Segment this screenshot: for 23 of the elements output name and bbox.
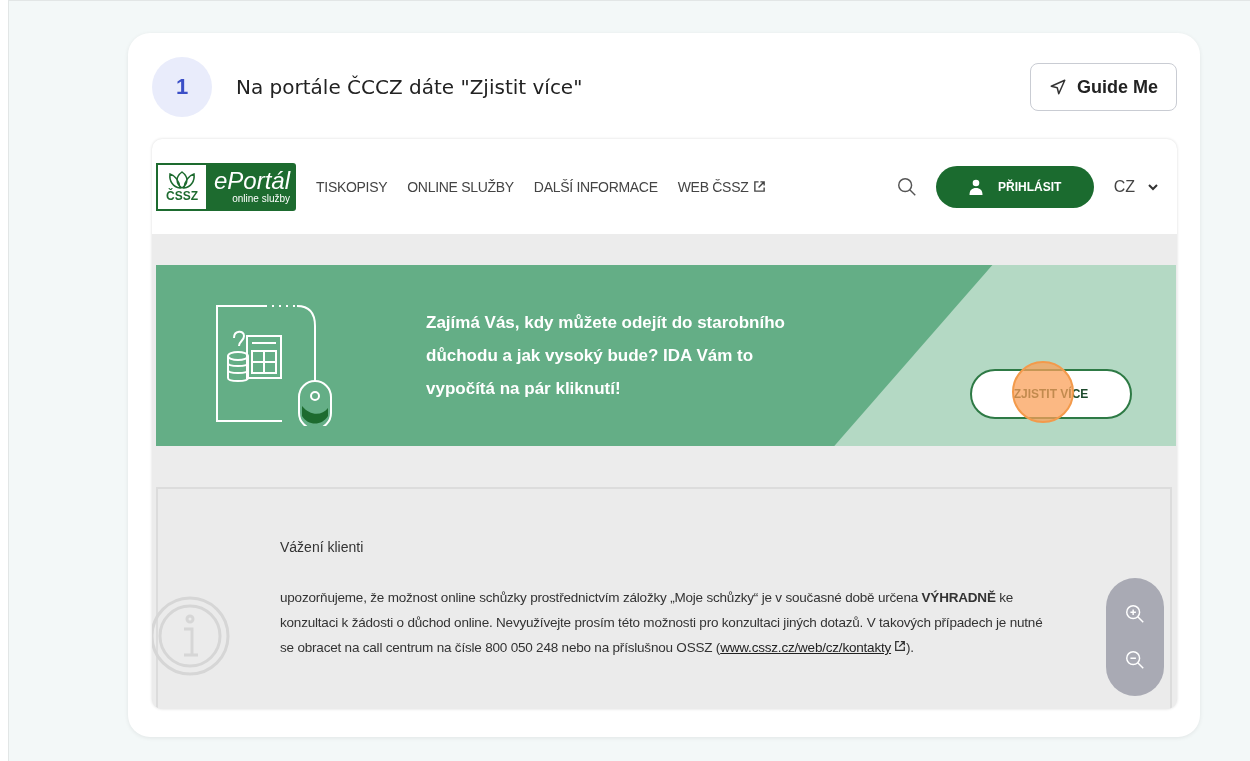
logo-agency-text: ČSSZ xyxy=(166,188,198,203)
nav-link[interactable]: DALŠÍ INFORMACE xyxy=(533,178,658,195)
search-icon[interactable] xyxy=(895,175,918,198)
nav-link[interactable]: TISKOPISY xyxy=(316,178,388,195)
chevron-down-icon xyxy=(1147,182,1159,191)
notice-greeting: Vážení klienti xyxy=(280,539,365,555)
contacts-link[interactable]: www.cssz.cz/web/cz/kontakty xyxy=(720,640,907,655)
guide-me-button[interactable]: Guide Me xyxy=(1030,63,1177,111)
nav-link[interactable]: ONLINE SLUŽBY xyxy=(407,178,514,195)
person-icon xyxy=(968,178,984,195)
navigation-arrow-icon xyxy=(1049,78,1067,96)
notice-paragraph: upozorňujeme, že možnost online schůzky prostřednictvím záložky „Moje schůzky“ je v současné době určena VÝHRADNĚ ke konzultaci k žádosti o důchod online. Nevyužívejte prosím této možnosti pro konzultaci jiných dotazů. V takových případech je nutné se obracet na call centrum na čísle 800 050 248 nebo na příslušnou OSSZ (www.cssz.cz/web/cz/kontakty ). xyxy=(280,589,1044,657)
zoom-out-icon[interactable] xyxy=(1124,649,1146,672)
login-button[interactable]: PŘIHLÁSIT xyxy=(935,165,1094,208)
banner-text: Zajímá Vás, kdy můžete odejít do starobního důchodu a jak vysoký bude? IDA Vám to vypočítá na pár kliknutí! xyxy=(426,312,786,400)
step-title: Na portále ČCCZ dáte "Zjistit více" xyxy=(236,75,583,99)
step-number: 1 xyxy=(152,57,212,117)
zoom-in-icon[interactable] xyxy=(1124,602,1146,625)
logo-badge: ePortál online služby xyxy=(208,162,297,211)
language-dropdown[interactable]: CZ xyxy=(1113,177,1159,196)
external-link-icon xyxy=(894,640,907,652)
nav-link[interactable]: WEB ČSSZ xyxy=(677,178,767,195)
leaves-icon xyxy=(167,170,197,189)
